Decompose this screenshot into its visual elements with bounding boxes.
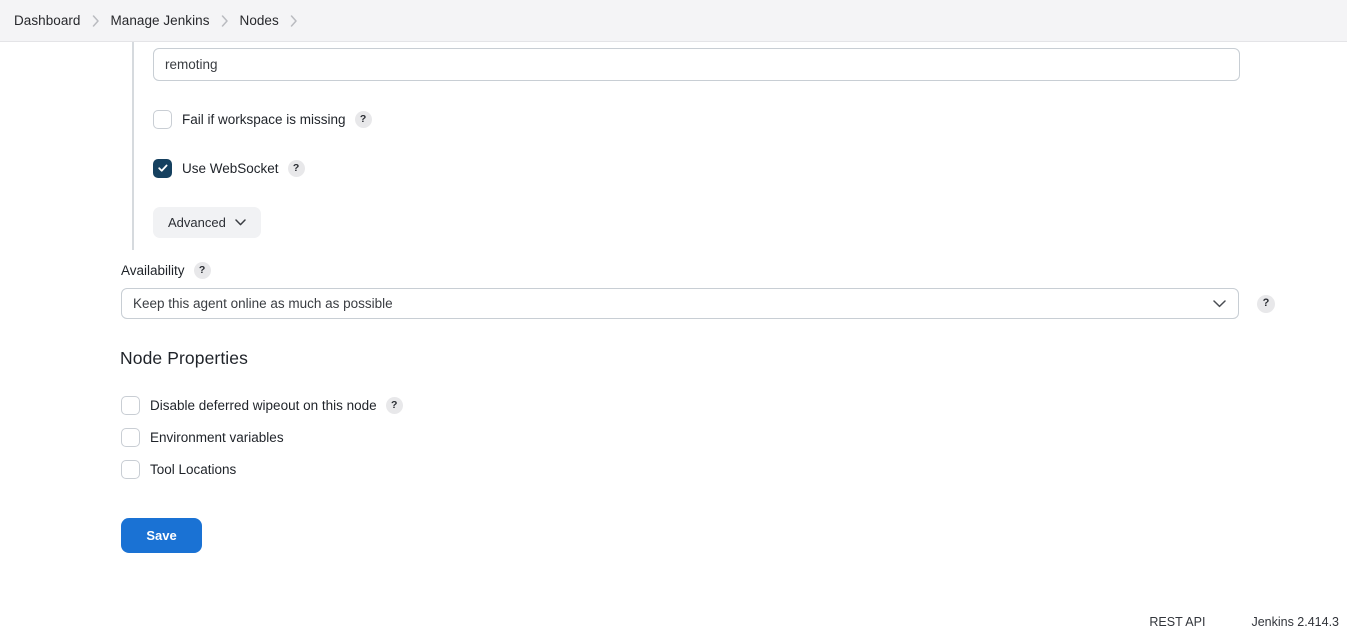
chevron-right-icon bbox=[92, 14, 100, 27]
advanced-button-label: Advanced bbox=[168, 215, 226, 230]
checkbox-use-websocket[interactable] bbox=[153, 158, 172, 178]
jenkins-version-label: Jenkins 2.414.3 bbox=[1251, 615, 1339, 629]
page-content: Fail if workspace is missing ? Use WebSo… bbox=[0, 42, 1347, 637]
help-icon[interactable]: ? bbox=[1257, 294, 1275, 313]
checkbox-row-tool-locations[interactable]: Tool Locations bbox=[121, 459, 403, 480]
checkbox-label-environment-variables: Environment variables bbox=[150, 430, 284, 445]
checkbox-label-use-websocket: Use WebSocket bbox=[182, 160, 279, 176]
availability-select-row: Keep this agent online as much as possib… bbox=[121, 288, 1281, 319]
rest-api-link[interactable]: REST API bbox=[1149, 615, 1205, 629]
chevron-right-icon bbox=[290, 14, 298, 27]
node-properties-list: Disable deferred wipeout on this node ? … bbox=[121, 395, 403, 491]
save-button[interactable]: Save bbox=[121, 518, 202, 553]
checkbox-row-disable-deferred-wipeout[interactable]: Disable deferred wipeout on this node ? bbox=[121, 395, 403, 416]
checkbox-label-disable-deferred-wipeout: Disable deferred wipeout on this node bbox=[150, 398, 377, 413]
breadcrumb-item-manage-jenkins[interactable]: Manage Jenkins bbox=[111, 13, 210, 28]
remoting-input[interactable] bbox=[153, 48, 1240, 81]
availability-select[interactable]: Keep this agent online as much as possib… bbox=[121, 288, 1239, 319]
checkbox-label-tool-locations: Tool Locations bbox=[150, 462, 237, 477]
chevron-down-icon bbox=[235, 219, 246, 226]
breadcrumb-bar: Dashboard Manage Jenkins Nodes bbox=[0, 0, 1347, 42]
breadcrumb-item-dashboard[interactable]: Dashboard bbox=[14, 13, 81, 28]
checkbox-fail-if-workspace-missing[interactable] bbox=[153, 109, 172, 129]
help-icon[interactable]: ? bbox=[385, 397, 403, 414]
checkbox-disable-deferred-wipeout[interactable] bbox=[121, 396, 140, 415]
availability-selected-value: Keep this agent online as much as possib… bbox=[133, 296, 393, 311]
checkbox-label-fail-if-workspace-missing: Fail if workspace is missing bbox=[182, 111, 346, 127]
availability-label: Availability bbox=[121, 263, 185, 278]
availability-label-row: Availability ? bbox=[121, 262, 1281, 279]
checkbox-row-use-websocket[interactable]: Use WebSocket ? bbox=[153, 157, 1242, 179]
agent-config-form-block: Fail if workspace is missing ? Use WebSo… bbox=[132, 42, 1242, 250]
checkbox-tool-locations[interactable] bbox=[121, 460, 140, 479]
checkbox-row-environment-variables[interactable]: Environment variables bbox=[121, 427, 403, 448]
help-icon[interactable]: ? bbox=[354, 110, 372, 128]
checkbox-row-fail-if-workspace-missing[interactable]: Fail if workspace is missing ? bbox=[153, 108, 1242, 130]
advanced-button[interactable]: Advanced bbox=[153, 207, 261, 238]
check-icon bbox=[157, 164, 167, 172]
chevron-right-icon bbox=[221, 14, 229, 27]
breadcrumb-item-nodes[interactable]: Nodes bbox=[240, 13, 279, 28]
checkbox-environment-variables[interactable] bbox=[121, 428, 140, 447]
chevron-down-icon bbox=[1213, 295, 1226, 313]
node-properties-title: Node Properties bbox=[120, 348, 248, 368]
availability-section: Availability ? Keep this agent online as… bbox=[121, 262, 1281, 319]
page-footer: REST API Jenkins 2.414.3 bbox=[1149, 615, 1347, 629]
help-icon[interactable]: ? bbox=[193, 262, 211, 279]
help-icon[interactable]: ? bbox=[287, 159, 305, 177]
